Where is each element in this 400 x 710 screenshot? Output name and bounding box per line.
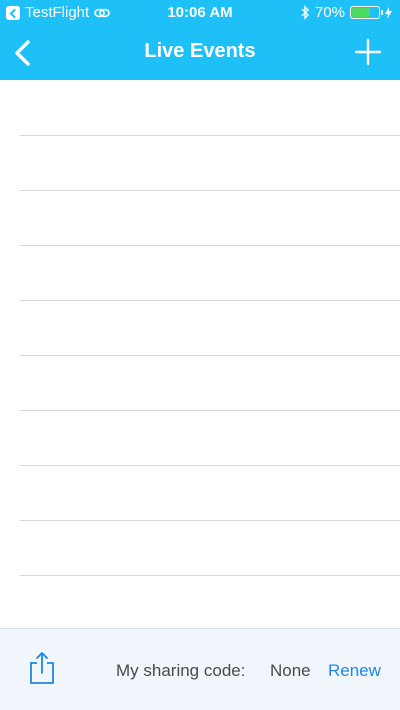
list-item[interactable]: [20, 355, 400, 411]
battery-icon: [350, 6, 383, 19]
list-item[interactable]: [20, 465, 400, 521]
battery-percent: 70%: [314, 4, 345, 21]
bluetooth-icon: [301, 5, 309, 20]
renew-button[interactable]: Renew: [328, 661, 381, 681]
list-item[interactable]: [20, 190, 400, 246]
list-item[interactable]: [20, 410, 400, 466]
list-item[interactable]: [20, 575, 400, 631]
events-list[interactable]: [0, 80, 400, 631]
page-title: Live Events: [144, 40, 256, 62]
sharing-code-value: None: [270, 661, 311, 680]
plus-icon[interactable]: [354, 38, 382, 66]
battery-fill: [352, 8, 370, 17]
status-right: 70%: [301, 4, 392, 21]
list-item[interactable]: [20, 135, 400, 191]
list-item[interactable]: [20, 80, 400, 136]
sharing-code-label: My sharing code:: [116, 661, 246, 680]
share-icon[interactable]: [28, 651, 56, 685]
charging-icon: [385, 6, 392, 19]
list-item[interactable]: [20, 245, 400, 301]
status-bar: TestFlight 10:06 AM 70%: [0, 0, 400, 26]
list-item[interactable]: [20, 300, 400, 356]
navigation-bar: Live Events: [0, 26, 400, 80]
sharing-toolbar: My sharing code: None Renew: [0, 628, 400, 710]
list-item[interactable]: [20, 520, 400, 576]
app-header: TestFlight 10:06 AM 70% Live Events: [0, 0, 400, 80]
